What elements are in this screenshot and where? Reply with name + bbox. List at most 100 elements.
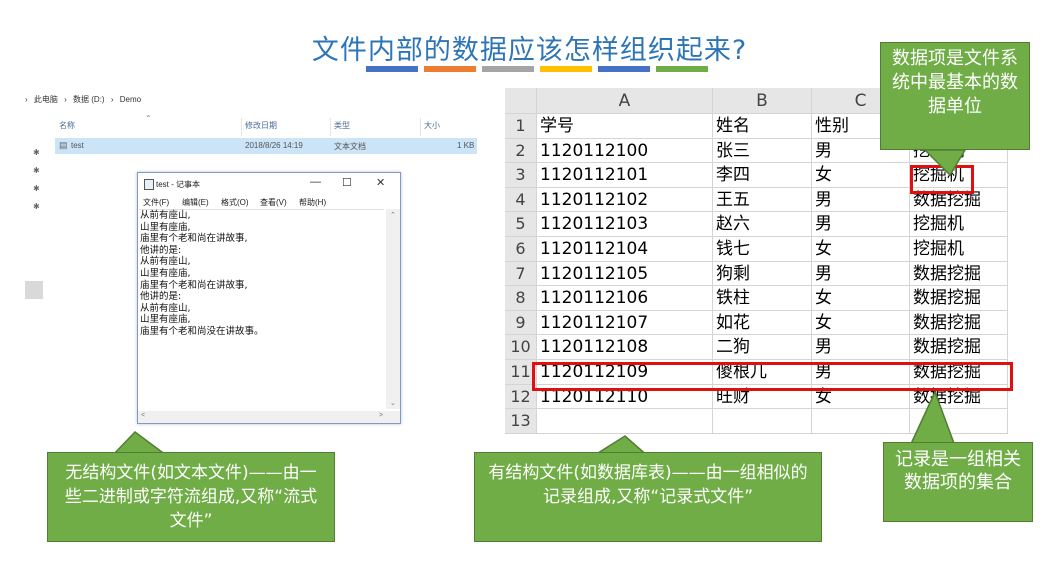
breadcrumb-drive-d[interactable]: 数据 (D:)	[73, 95, 105, 104]
row-header[interactable]: 1	[505, 114, 537, 139]
callout-data-item: 数据项是文件系统中最基本的数据单位	[880, 42, 1030, 150]
table-cell[interactable]: 男	[812, 187, 910, 213]
table-cell[interactable]	[910, 409, 1008, 434]
notepad-text-line: 他讲的是:	[140, 291, 182, 303]
table-cell[interactable]: 王五	[713, 187, 812, 213]
menu-format[interactable]: 格式(O)	[221, 197, 249, 208]
menu-help[interactable]: 帮助(H)	[299, 197, 326, 208]
callout-unstructured-file: 无结构文件(如文本文件)——由一些二进制或字符流组成,又称“流式文件”	[47, 452, 335, 542]
file-list-header: 名称 ⌃ 修改日期 类型 大小	[55, 114, 477, 136]
table-cell[interactable]: 学号	[537, 114, 713, 139]
pin-icon[interactable]: ✱	[33, 148, 40, 157]
table-cell[interactable]: 数据挖掘	[910, 286, 1008, 311]
menu-edit[interactable]: 编辑(E)	[182, 197, 209, 208]
row-header[interactable]: 10	[505, 335, 537, 360]
table-cell[interactable]	[537, 409, 713, 434]
table-cell[interactable]: 1120112100	[537, 138, 713, 164]
menu-view[interactable]: 查看(V)	[260, 197, 287, 208]
breadcrumb-arrow-icon: ›	[64, 95, 67, 104]
table-cell[interactable]: 数据挖掘	[910, 335, 1008, 360]
maximize-icon[interactable]: ☐	[342, 176, 352, 189]
notepad-text-area[interactable]: 从前有座山, 山里有座庙, 庙里有个老和尚在讲故事, 他讲的是: 从前有座山, 山里有座庙…	[139, 209, 384, 410]
table-cell[interactable]: 二狗	[713, 335, 812, 360]
table-cell[interactable]: 1120112106	[537, 286, 713, 311]
title-underline-segment	[656, 66, 708, 72]
notepad-icon	[144, 179, 154, 190]
row-header[interactable]: 7	[505, 261, 537, 287]
table-cell[interactable]: 男	[812, 212, 910, 237]
select-all-corner[interactable]	[505, 88, 537, 114]
notepad-text-line: 山里有座庙,	[140, 267, 191, 279]
table-cell[interactable]: 1120112107	[537, 310, 713, 336]
pin-icon[interactable]: ✱	[33, 202, 40, 211]
scroll-left-icon[interactable]: <	[141, 412, 145, 419]
table-cell[interactable]: 挖掘机	[910, 237, 1008, 262]
row-header[interactable]: 4	[505, 187, 537, 213]
table-cell[interactable]: 张三	[713, 138, 812, 164]
title-underline-segment	[366, 66, 418, 72]
pin-icon[interactable]: ✱	[33, 184, 40, 193]
table-cell[interactable]: 女	[812, 163, 910, 188]
table-cell[interactable]: 女	[812, 237, 910, 262]
table-cell[interactable]: 1120112103	[537, 212, 713, 237]
table-cell[interactable]: 挖掘机	[910, 212, 1008, 237]
scroll-up-icon[interactable]: ⌃	[390, 211, 396, 219]
column-type[interactable]: 类型	[334, 120, 350, 131]
column-header-b[interactable]: B	[713, 88, 812, 114]
table-cell[interactable]: 女	[812, 310, 910, 336]
row-header[interactable]: 5	[505, 212, 537, 237]
vertical-scrollbar[interactable]: ⌃ ⌄	[386, 209, 400, 409]
row-header[interactable]: 2	[505, 138, 537, 164]
file-row-test[interactable]: ▤ test 2018/8/26 14:19 文本文档 1 KB	[55, 138, 477, 154]
column-size[interactable]: 大小	[424, 120, 440, 131]
column-header-a[interactable]: A	[537, 88, 713, 114]
breadcrumb-demo[interactable]: Demo	[120, 95, 141, 104]
table-cell[interactable]: 数据挖掘	[910, 310, 1008, 336]
table-cell[interactable]: 1120112104	[537, 237, 713, 262]
table-cell[interactable]: 姓名	[713, 114, 812, 139]
table-cell[interactable]: 如花	[713, 310, 812, 336]
nav-pane-item[interactable]	[25, 281, 43, 299]
notepad-text-line: 从前有座山,	[140, 302, 191, 314]
notepad-window: test - 记事本 — ☐ ✕ 文件(F) 编辑(E) 格式(O) 查看(V)…	[137, 172, 401, 424]
row-header[interactable]: 13	[505, 409, 537, 434]
file-type: 文本文档	[334, 142, 366, 151]
close-icon[interactable]: ✕	[376, 176, 385, 189]
breadcrumb-this-pc[interactable]: 此电脑	[34, 95, 58, 104]
callout-text: 无结构文件(如文本文件)——由一些二进制或字符流组成,又称“流式文件”	[64, 463, 318, 531]
table-cell[interactable]: 1120112101	[537, 163, 713, 188]
table-cell[interactable]: 赵六	[713, 212, 812, 237]
row-header[interactable]: 9	[505, 310, 537, 336]
table-cell[interactable]: 1120112108	[537, 335, 713, 360]
minimize-icon[interactable]: —	[310, 176, 321, 188]
table-cell[interactable]: 男	[812, 335, 910, 360]
text-file-icon: ▤	[59, 140, 68, 150]
table-cell[interactable]: 铁柱	[713, 286, 812, 311]
pin-icon[interactable]: ✱	[33, 166, 40, 175]
column-modified[interactable]: 修改日期	[245, 120, 277, 131]
table-cell[interactable]: 1120112105	[537, 261, 713, 287]
table-cell[interactable]	[812, 409, 910, 434]
column-name[interactable]: 名称	[59, 120, 75, 131]
notepad-titlebar[interactable]: test - 记事本 — ☐ ✕	[138, 173, 400, 195]
table-cell[interactable]	[713, 409, 812, 434]
row-header[interactable]: 8	[505, 286, 537, 311]
row-header[interactable]: 6	[505, 237, 537, 262]
table-cell[interactable]: 男	[812, 261, 910, 287]
table-cell[interactable]: 钱七	[713, 237, 812, 262]
table-cell[interactable]: 女	[812, 286, 910, 311]
title-underline-segment	[598, 66, 650, 72]
notepad-text-line: 他讲的是:	[140, 244, 182, 256]
table-cell[interactable]: 狗剩	[713, 261, 812, 287]
menu-file[interactable]: 文件(F)	[143, 197, 169, 208]
table-cell[interactable]: 李四	[713, 163, 812, 188]
breadcrumb: › 此电脑 › 数据 (D:) › Demo	[25, 94, 145, 105]
row-header[interactable]: 3	[505, 163, 537, 188]
horizontal-scrollbar[interactable]: < >	[138, 411, 400, 423]
sort-chevron-icon: ⌃	[145, 114, 152, 123]
scroll-down-icon[interactable]: ⌄	[390, 399, 396, 407]
callout-text: 记录是一组相关数据项的集合	[895, 449, 1021, 493]
table-cell[interactable]: 数据挖掘	[910, 261, 1008, 287]
scroll-right-icon[interactable]: >	[379, 412, 383, 419]
table-cell[interactable]: 1120112102	[537, 187, 713, 213]
